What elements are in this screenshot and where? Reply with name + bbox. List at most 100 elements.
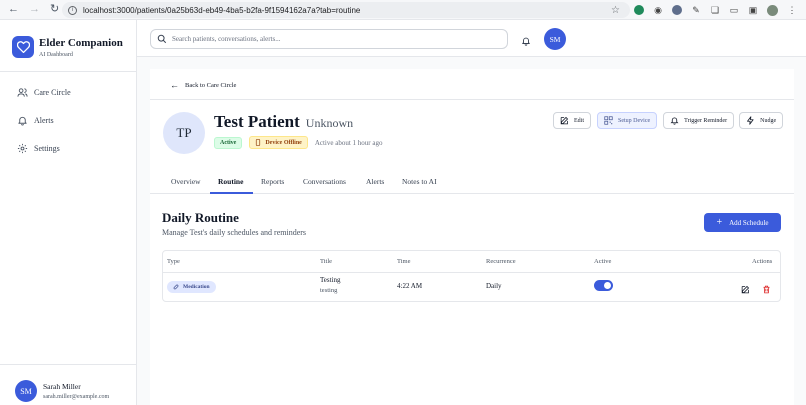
sidebar-item-settings[interactable]: Settings [17,142,71,154]
schedule-title: Testing [320,276,341,284]
nudge-button[interactable]: Nudge [739,112,784,129]
avatar: SM [15,380,37,402]
back-link[interactable]: ← Back to Care Circle [170,80,236,90]
edit-icon [560,116,569,125]
tab-overview[interactable]: Overview [171,177,201,186]
phone-icon [256,139,261,146]
sidebar-item-care-circle[interactable]: Care Circle [17,86,71,98]
heart-logo-icon [12,36,34,58]
tab-alerts[interactable]: Alerts [366,177,384,186]
status-badge: Active [214,136,243,149]
users-icon [17,87,28,98]
patient-avatar: TP [163,112,205,154]
section-title: Daily Routine [162,210,239,225]
device-offline-badge: Device Offline [249,136,308,149]
back-arrow-icon[interactable]: ← [8,4,19,15]
extension-circle-icon[interactable] [672,5,682,15]
divider [150,99,794,100]
tab-notes-to-ai[interactable]: Notes to AI [402,177,437,186]
tab-bar: Overview Routine Reports Conversations A… [150,170,794,194]
toggle-knob [604,282,611,289]
column-header-type: Type [167,258,180,265]
active-toggle[interactable] [594,280,613,291]
column-header-title: Title [320,258,333,265]
column-header-time: Time [397,258,411,265]
tab-conversations[interactable]: Conversations [303,177,346,186]
patient-name-row: Test Patient Unknown [214,112,353,132]
gear-icon [17,143,28,154]
tab-routine[interactable]: Routine [218,177,243,186]
add-schedule-label: Add Schedule [729,218,769,227]
cast-icon[interactable]: ▣ [748,5,758,15]
main-content: ← Back to Care Circle TP Test Patient Un… [137,57,806,405]
nudge-button-label: Nudge [760,117,777,124]
bell-icon [670,116,679,125]
divider [0,364,136,365]
edit-button-label: Edit [574,117,584,124]
setup-device-button[interactable]: Setup Device [597,112,658,129]
bookmark-star-icon[interactable]: ☆ [611,5,620,16]
patient-name: Test Patient [214,112,300,131]
url-text[interactable]: localhost:3000/patients/0a25b63d-eb49-4b… [83,6,360,15]
brand-title: Elder Companion [39,36,123,49]
brand-subtitle: AI Dashboard [39,51,73,58]
pill-icon [173,284,179,290]
patient-card: ← Back to Care Circle TP Test Patient Un… [150,69,794,405]
edit-icon[interactable] [741,281,750,299]
zap-icon [746,116,755,125]
section-subtitle: Manage Test's daily schedules and remind… [162,228,307,237]
edit-button[interactable]: Edit [553,112,591,129]
user-name: Sarah Miller [43,382,81,391]
type-badge: Medication [167,281,216,293]
camera-icon[interactable]: ◉ [653,5,663,15]
last-active-text: Active about 1 hour ago [314,138,383,147]
routine-table: Type Title Time Recurrence Active Action… [162,250,781,302]
search-icon [157,34,167,44]
setup-device-label: Setup Device [618,117,651,124]
add-schedule-button[interactable]: + Add Schedule [704,213,781,232]
extension-green-icon[interactable] [634,5,644,15]
column-header-active: Active [594,258,612,265]
current-user[interactable]: SM Sarah Miller sarah.miller@example.com [15,380,109,402]
device-badge-label: Device Offline [265,139,302,146]
user-email: sarah.miller@example.com [43,394,110,400]
sidebar-item-label: Care Circle [34,87,71,97]
trigger-reminder-button[interactable]: Trigger Reminder [663,112,735,129]
patient-actions: Edit Setup Device Trigger Reminder Nudge [553,112,784,129]
sidebar-panel-icon[interactable]: ▭ [729,5,739,15]
site-info-icon[interactable]: i [68,5,77,15]
sidebar-nav: Care Circle Alerts Settings [17,86,71,170]
arrow-left-icon: ← [170,80,179,90]
back-link-label: Back to Care Circle [185,81,237,89]
user-avatar[interactable]: SM [544,28,566,50]
top-header: Search patients, conversations, alerts..… [137,20,806,57]
column-header-actions: Actions [752,258,773,265]
more-menu-icon[interactable]: ⋮ [787,5,797,15]
puzzle-icon[interactable]: ❏ [710,5,720,15]
reload-icon[interactable]: ↻ [50,4,59,15]
trigger-reminder-label: Trigger Reminder [684,117,728,124]
address-bar[interactable]: i localhost:3000/patients/0a25b63d-eb49-… [62,2,630,18]
schedule-time: 4:22 AM [397,282,423,290]
forward-arrow-icon[interactable]: → [29,4,40,15]
browser-toolbar: ← → ↻ i localhost:3000/patients/0a25b63d… [0,0,806,20]
profile-avatar-icon[interactable] [767,4,778,16]
tab-reports[interactable]: Reports [261,177,284,186]
notifications-bell-icon[interactable] [521,33,531,51]
divider [0,71,136,72]
brand[interactable]: Elder Companion AI Dashboard [12,36,123,58]
active-tab-indicator [210,192,253,194]
bell-icon [17,115,28,126]
plus-icon: + [716,217,723,228]
search-input[interactable]: Search patients, conversations, alerts..… [150,29,508,49]
pen-icon[interactable]: ✎ [691,5,701,15]
column-header-recurrence: Recurrence [486,258,516,265]
trash-icon[interactable] [762,281,771,299]
divider [163,272,780,273]
search-placeholder: Search patients, conversations, alerts..… [172,35,281,43]
sidebar: Elder Companion AI Dashboard Care Circle… [0,20,137,405]
patient-badges: Active Device Offline Active about 1 hou… [214,136,382,149]
sidebar-item-alerts[interactable]: Alerts [17,114,71,126]
patient-subtitle: Unknown [305,116,354,130]
type-label: Medication [183,284,210,290]
